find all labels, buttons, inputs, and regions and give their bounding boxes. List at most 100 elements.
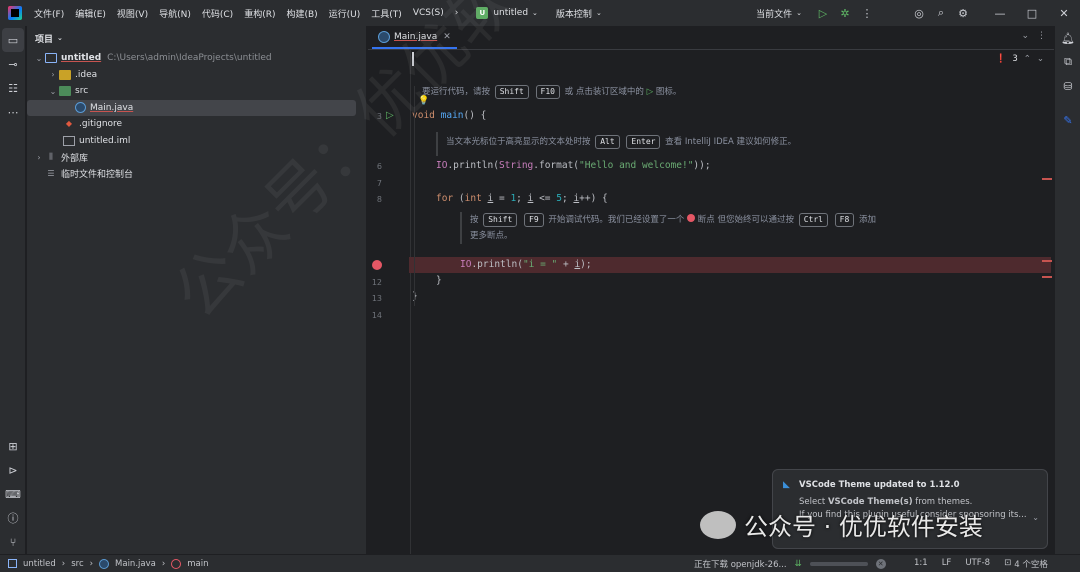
- tree-item-label: .idea: [75, 69, 98, 80]
- edit-pen-icon[interactable]: ✎: [1055, 108, 1080, 132]
- lightbulb-icon[interactable]: 💡: [418, 96, 429, 106]
- collapse-arrow-icon[interactable]: ›: [33, 153, 45, 162]
- java-class-icon: [378, 31, 390, 43]
- right-tool-strip: 🔔︎ ⧉ ⛁ ✎: [1054, 26, 1080, 554]
- status-bar: untitled › src › Main.java › main 正在下载 o…: [0, 554, 1080, 572]
- line-separator[interactable]: LF: [942, 558, 952, 570]
- menu-refactor[interactable]: 重构(R): [244, 7, 275, 20]
- run-tool-icon[interactable]: ⊳: [0, 458, 26, 482]
- folder-icon: [59, 69, 71, 80]
- method-icon: [171, 558, 182, 569]
- commit-tool-icon[interactable]: ⊸: [0, 52, 26, 76]
- tree-item-gitignore[interactable]: ◆ .gitignore: [27, 116, 366, 133]
- tab-list-icon[interactable]: ⌄: [1021, 31, 1029, 41]
- tree-item-label: src: [75, 86, 89, 97]
- notifications-icon[interactable]: 🔔︎: [1055, 26, 1080, 50]
- menu-navigate[interactable]: 导航(N): [159, 7, 191, 20]
- line-number: 13: [371, 294, 382, 303]
- run-icon[interactable]: ▷: [812, 2, 834, 24]
- collapse-arrow-icon[interactable]: ›: [47, 70, 59, 79]
- git-tool-icon[interactable]: ⑂: [0, 530, 26, 554]
- java-class-icon: [99, 558, 110, 569]
- menu-view[interactable]: 视图(V): [117, 7, 148, 20]
- more-tab-actions-icon[interactable]: ⋮: [1037, 31, 1046, 41]
- tab-label: Main.java: [394, 32, 438, 42]
- code-line: IO.println("i = " + i);: [460, 259, 592, 270]
- more-tools-icon[interactable]: ⋯: [0, 100, 26, 124]
- tree-item-label: 临时文件和控制台: [61, 170, 134, 181]
- settings-gear-icon[interactable]: ⚙: [952, 2, 974, 24]
- menu-build[interactable]: 构建(B): [286, 7, 317, 20]
- hint-intention: 当文本光标位于高亮显示的文本处时按 Alt Enter 查看 IntelliJ …: [436, 132, 796, 156]
- indent-widget[interactable]: ⊡ 4 个空格: [1004, 558, 1048, 570]
- menu-edit[interactable]: 编辑(E): [75, 7, 106, 20]
- chevron-down-icon: ⌄: [532, 9, 538, 17]
- expand-arrow-icon[interactable]: ⌄: [33, 54, 45, 63]
- breadcrumb-item[interactable]: untitled: [23, 559, 56, 569]
- menu-more-chevron-icon[interactable]: ›: [455, 8, 459, 18]
- tree-item-scratches[interactable]: ☰ 临时文件和控制台: [27, 166, 366, 183]
- chevron-right-icon: ›: [89, 558, 94, 569]
- tab-main-java[interactable]: Main.java ✕: [372, 27, 457, 49]
- tree-item-label: .gitignore: [79, 119, 123, 130]
- minimize-icon[interactable]: —: [984, 2, 1016, 24]
- menu-run[interactable]: 运行(U): [329, 7, 361, 20]
- breakpoint-icon[interactable]: [372, 260, 382, 270]
- project-switcher-label: untitled: [493, 8, 529, 18]
- project-tool-icon[interactable]: ▭: [2, 28, 24, 52]
- menu-vcs[interactable]: VCS(S): [413, 8, 444, 18]
- intellij-logo-icon[interactable]: [8, 6, 22, 20]
- breadcrumb-item[interactable]: main: [187, 559, 208, 569]
- problems-tool-icon[interactable]: ⓘ: [0, 506, 26, 530]
- hint-text: 更多断点。: [470, 231, 513, 241]
- breadcrumb-item[interactable]: Main.java: [115, 559, 156, 569]
- project-panel-header[interactable]: 项目 ⌄: [27, 26, 366, 50]
- services-tool-icon[interactable]: ⊞: [0, 434, 26, 458]
- hint-text: 查看 IntelliJ IDEA 建议如何修正。: [665, 137, 797, 147]
- close-window-icon[interactable]: ✕: [1048, 2, 1080, 24]
- vcs-widget[interactable]: 版本控制 ⌄: [556, 7, 602, 20]
- chevron-down-icon: ⌄: [57, 34, 63, 42]
- run-gutter-icon[interactable]: ▷: [386, 110, 394, 121]
- database-icon[interactable]: ⛁: [1055, 74, 1080, 98]
- background-task-text[interactable]: 正在下载 openjdk-26...: [694, 558, 787, 570]
- expand-arrow-icon[interactable]: ⌄: [47, 87, 59, 96]
- cancel-task-icon[interactable]: ✕: [875, 558, 886, 569]
- more-actions-icon[interactable]: ⋮: [856, 2, 878, 24]
- keycap: Shift: [494, 85, 529, 99]
- editor-gutter[interactable]: 3 ▷ 6 7 8 11 12 13 14: [368, 50, 410, 554]
- wechat-watermark-text: 公众号 · 优优软件安装: [744, 513, 983, 541]
- hint-text: 图标。: [655, 87, 682, 97]
- tree-item-external-libraries[interactable]: › ⫼ 外部库: [27, 149, 366, 166]
- download-progress-icon: ⇊: [794, 558, 802, 569]
- lock-icon: ⊡: [1004, 557, 1012, 568]
- tree-item-iml[interactable]: untitled.iml: [27, 133, 366, 150]
- breakpoint-icon: [687, 214, 696, 222]
- menu-file[interactable]: 文件(F): [34, 7, 64, 20]
- source-folder-icon: [59, 86, 71, 97]
- run-config-selector[interactable]: 当前文件 ⌄: [756, 7, 802, 20]
- search-icon[interactable]: ⌕: [930, 2, 952, 24]
- tree-item-src[interactable]: ⌄ src: [27, 83, 366, 100]
- ai-chat-icon[interactable]: ⧉: [1055, 50, 1080, 74]
- caret-position[interactable]: 1:1: [914, 558, 928, 570]
- tree-item-main-java[interactable]: Main.java: [27, 99, 356, 116]
- status-widgets: 1:1 LF UTF-8 ⊡ 4 个空格: [914, 558, 1048, 570]
- debug-icon[interactable]: ✲: [834, 2, 856, 24]
- structure-tool-icon[interactable]: ☷: [0, 76, 26, 100]
- file-encoding[interactable]: UTF-8: [965, 558, 990, 570]
- code-line: }: [436, 275, 442, 286]
- ai-assistant-icon[interactable]: ◎: [908, 2, 930, 24]
- project-switcher[interactable]: U untitled ⌄: [476, 7, 538, 19]
- terminal-tool-icon[interactable]: ⌨: [0, 482, 26, 506]
- tree-item-idea[interactable]: › .idea: [27, 67, 366, 84]
- tree-item-root[interactable]: ⌄ untitled C:\Users\admin\IdeaProjects\u…: [27, 50, 366, 67]
- code-line: for (int i = 1; i <= 5; i++) {: [436, 193, 608, 204]
- expand-notification-icon[interactable]: ⌄: [1032, 513, 1039, 522]
- menu-code[interactable]: 代码(C): [202, 7, 233, 20]
- breadcrumb-item[interactable]: src: [71, 559, 83, 569]
- menu-tools[interactable]: 工具(T): [371, 7, 402, 20]
- close-tab-icon[interactable]: ✕: [443, 32, 451, 42]
- project-panel: 项目 ⌄ ⌄ untitled C:\Users\admin\IdeaProje…: [27, 26, 367, 554]
- maximize-icon[interactable]: □: [1016, 2, 1048, 24]
